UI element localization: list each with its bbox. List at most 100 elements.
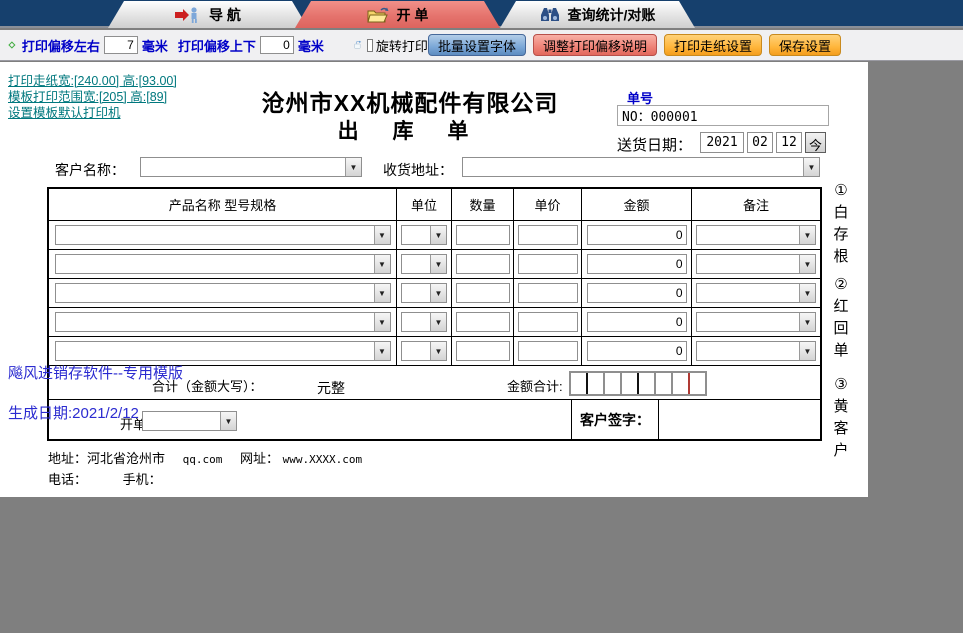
offset-ud-label: 打印偏移上下: [177, 38, 256, 54]
qty-input[interactable]: [455, 225, 510, 245]
header-amount: 金额: [582, 189, 692, 220]
product-combobox[interactable]: ▼: [54, 254, 391, 274]
qty-input[interactable]: [455, 341, 510, 361]
mm-unit-label-2: 毫米: [297, 38, 324, 54]
chevron-down-icon[interactable]: ▼: [799, 255, 815, 273]
offset-lr-label: 打印偏移左右: [21, 38, 100, 54]
software-watermark-text: 飚风进销存软件--专用模版: [8, 365, 183, 382]
ship-address-value: [463, 158, 803, 176]
binoculars-icon: [540, 7, 560, 22]
remark-combobox[interactable]: ▼: [696, 254, 816, 274]
chevron-down-icon[interactable]: ▼: [799, 313, 815, 331]
date-month-box[interactable]: 02: [747, 132, 773, 153]
amount-input[interactable]: [586, 225, 687, 245]
ship-address-combobox[interactable]: ▼: [462, 157, 820, 177]
chevron-down-icon[interactable]: ▼: [345, 158, 361, 176]
chevron-down-icon[interactable]: ▼: [373, 284, 390, 302]
unit-combobox[interactable]: ▼: [401, 312, 447, 332]
qty-input[interactable]: [455, 312, 510, 332]
chevron-down-icon[interactable]: ▼: [373, 226, 390, 244]
tab-billing-label: 开 单: [396, 6, 429, 23]
header-remark: 备注: [742, 198, 769, 213]
price-input[interactable]: [517, 341, 578, 361]
price-input[interactable]: [517, 283, 578, 303]
rotate-print-label: 旋转打印: [375, 38, 428, 54]
header-unit: 单位: [397, 189, 452, 220]
chevron-down-icon[interactable]: ▼: [220, 412, 236, 430]
footer-address-line: 地址：河北省沧州市 qq.com 网址： www.XXXX.com: [48, 448, 362, 467]
qty-input[interactable]: [455, 254, 510, 274]
product-combobox[interactable]: ▼: [54, 283, 391, 303]
header-price: 单价: [514, 189, 582, 220]
order-no-input[interactable]: [617, 105, 829, 126]
chevron-down-icon[interactable]: ▼: [373, 255, 390, 273]
chevron-down-icon[interactable]: ▼: [430, 313, 446, 331]
remark-combobox[interactable]: ▼: [696, 225, 816, 245]
default-printer-link[interactable]: 设置模板默认打印机: [8, 102, 121, 121]
chevron-down-icon[interactable]: ▼: [430, 255, 446, 273]
green-diamond-icon: [8, 41, 16, 49]
remark-combobox[interactable]: ▼: [696, 341, 816, 361]
adjust-offset-help-button[interactable]: 调整打印偏移说明: [532, 34, 657, 56]
amount-input[interactable]: [586, 283, 687, 303]
unit-combobox[interactable]: ▼: [401, 254, 447, 274]
unit-combobox[interactable]: ▼: [401, 225, 447, 245]
date-year-box[interactable]: 2021: [700, 132, 744, 153]
amount-input[interactable]: [586, 254, 687, 274]
footer-address: 地址：河北省沧州市: [48, 451, 166, 466]
chevron-down-icon[interactable]: ▼: [373, 313, 390, 331]
qty-input[interactable]: [455, 283, 510, 303]
tab-billing[interactable]: 开 单: [295, 1, 500, 28]
footer-web: www.XXXX.com: [282, 453, 363, 466]
footer-phone-line: 电话： 手机：: [48, 469, 162, 488]
customer-name-value: [141, 158, 345, 176]
product-combobox[interactable]: ▼: [54, 341, 391, 361]
unit-combobox[interactable]: ▼: [401, 283, 447, 303]
table-row: ▼ ▼ ▼: [49, 308, 820, 337]
unit-combobox[interactable]: ▼: [401, 341, 447, 361]
chevron-down-icon[interactable]: ▼: [430, 226, 446, 244]
product-combobox[interactable]: ▼: [54, 312, 391, 332]
amount-input[interactable]: [586, 312, 687, 332]
product-combobox[interactable]: ▼: [54, 225, 391, 245]
paper-feed-settings-button[interactable]: 打印走纸设置: [663, 34, 762, 56]
tab-navigation-label: 导 航: [209, 6, 241, 23]
customer-name-label: 客户名称：: [55, 162, 125, 178]
customer-name-combobox[interactable]: ▼: [140, 157, 362, 177]
remark-combobox[interactable]: ▼: [696, 312, 816, 332]
price-input[interactable]: [517, 254, 578, 274]
footer-qq: qq.com: [182, 453, 223, 466]
save-settings-button[interactable]: 保存设置: [768, 34, 841, 56]
amount-digit-box: [673, 373, 688, 394]
tab-query-stats[interactable]: 查询统计/对账: [500, 1, 695, 28]
amount-digit-box: [571, 373, 586, 394]
table-row: ▼ ▼ ▼: [49, 221, 820, 250]
doc-type-title: 出 库 单: [337, 120, 483, 143]
chevron-down-icon[interactable]: ▼: [430, 284, 446, 302]
amount-input[interactable]: [586, 341, 687, 361]
chevron-down-icon[interactable]: ▼: [799, 342, 815, 360]
tab-bar: 导 航 开 单 查询统计/对账: [0, 0, 963, 28]
generated-date-text: 生成日期:2021/2/12: [8, 405, 139, 422]
offset-ud-input[interactable]: [259, 36, 294, 54]
chevron-down-icon[interactable]: ▼: [803, 158, 819, 176]
chevron-down-icon[interactable]: ▼: [373, 342, 390, 360]
chevron-down-icon[interactable]: ▼: [799, 284, 815, 302]
tab-navigation[interactable]: 导 航: [108, 1, 308, 28]
batch-font-button[interactable]: 批量设置字体: [427, 34, 526, 56]
offset-lr-input[interactable]: [103, 36, 138, 54]
delivery-date-label: 送货日期：: [617, 137, 693, 154]
price-input[interactable]: [517, 312, 578, 332]
date-day-box[interactable]: 12: [776, 132, 802, 153]
clerk-value: [143, 412, 220, 430]
order-table: 产品名称 型号规格 单位 数量 单价 金额 备注 ▼ ▼ ▼: [47, 187, 822, 441]
today-button[interactable]: 今: [805, 132, 826, 153]
clerk-combobox[interactable]: ▼: [142, 411, 237, 431]
rotate-print-checkbox[interactable]: [367, 38, 373, 52]
workspace: 打印走纸宽:[240.00] 高:[93.00] 模板打印范围宽:[205] 高…: [0, 61, 963, 633]
print-settings-toolbar: 打印偏移左右 毫米 打印偏移上下 毫米 旋转打印 批量设置字体 调整打印偏移说明…: [0, 30, 963, 61]
remark-combobox[interactable]: ▼: [696, 283, 816, 303]
chevron-down-icon[interactable]: ▼: [799, 226, 815, 244]
price-input[interactable]: [517, 225, 578, 245]
chevron-down-icon[interactable]: ▼: [430, 342, 446, 360]
